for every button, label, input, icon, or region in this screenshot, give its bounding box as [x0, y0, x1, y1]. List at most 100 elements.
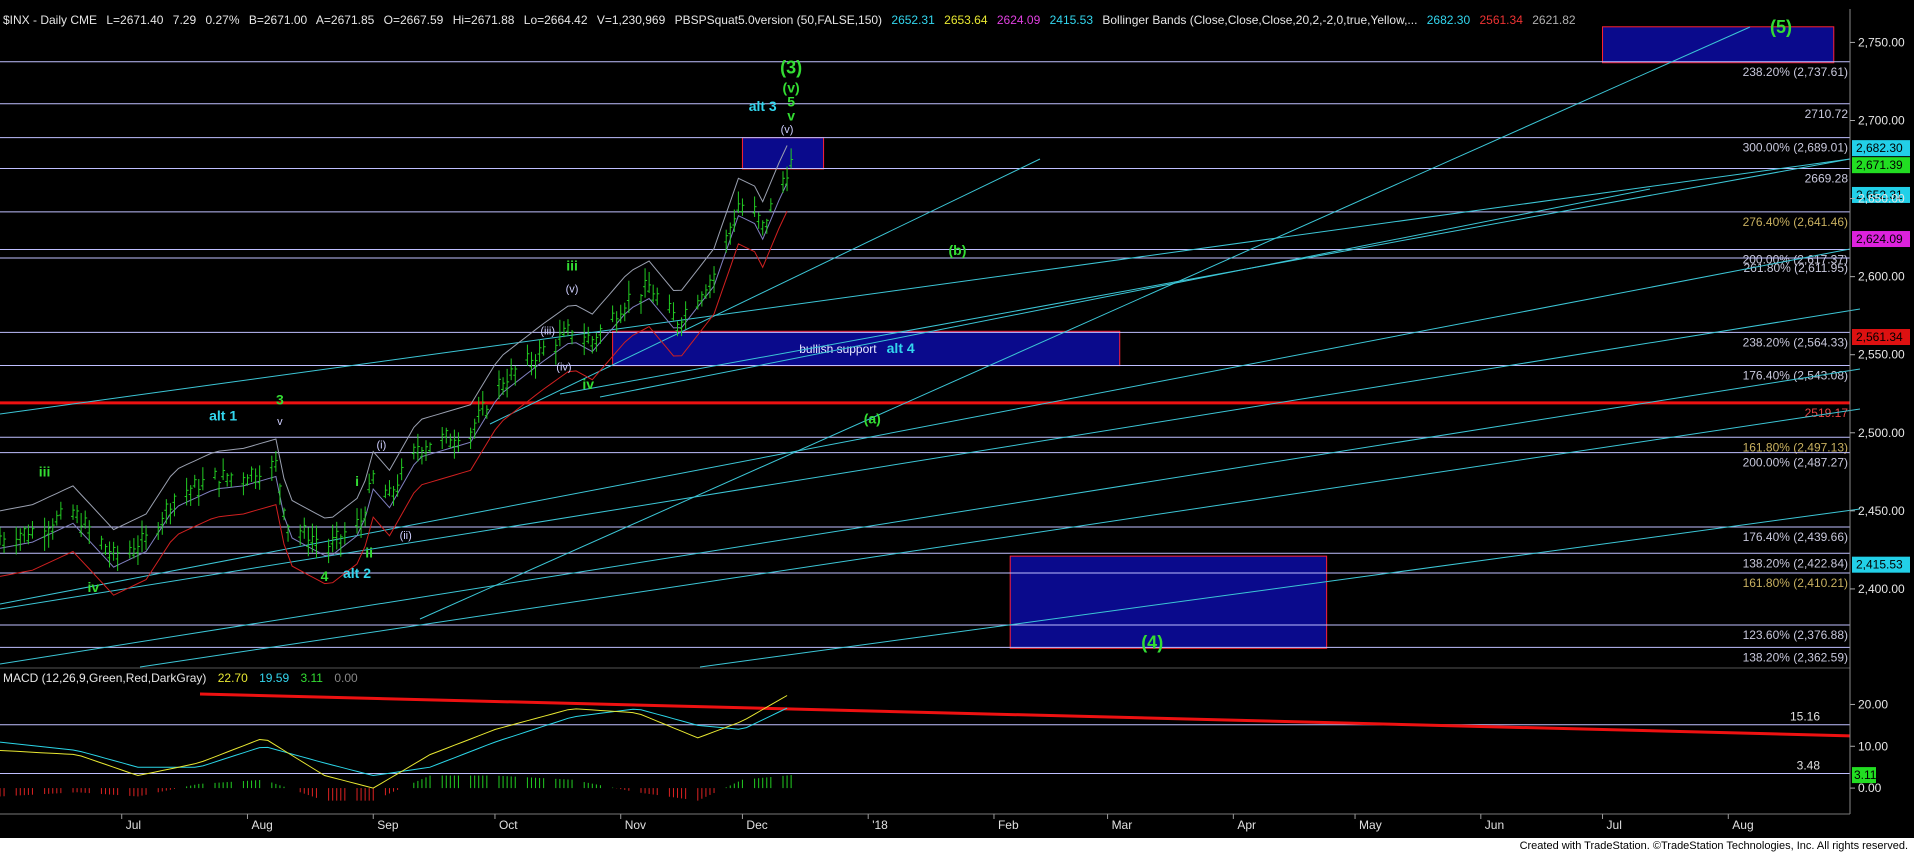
wave-label: (5) [1770, 17, 1792, 37]
macd-value: 22.70 [218, 671, 248, 685]
fib-level-label: 2519.17 [1805, 406, 1849, 420]
fib-level-label: 176.40% (2,543.08) [1743, 369, 1848, 383]
fib-level-label: 200.00% (2,487.27) [1743, 456, 1848, 470]
last-price: L=2671.40 [106, 13, 163, 27]
wave-label: iv [582, 376, 594, 392]
svg-text:$INX - Daily CME L=2671: $INX - Daily CME L=2671.40 7.29 0.27% B=… [3, 13, 1576, 27]
macd-level-label: 15.16 [1790, 710, 1820, 724]
wave-label: (v) [781, 124, 794, 136]
ask-price: A=2671.85 [316, 13, 375, 27]
fib-level-label: 261.80% (2,611.95) [1743, 261, 1848, 275]
wave-label: alt 3 [749, 98, 777, 114]
price-tag-label: 2,624.09 [1856, 232, 1903, 246]
fib-level-label: 138.20% (2,422.84) [1743, 556, 1848, 570]
high-price: Hi=2671.88 [453, 13, 515, 27]
hist-value: 3.11 [301, 671, 324, 685]
wave-label: alt 4 [887, 340, 915, 356]
fib-level-label: 2710.72 [1805, 107, 1849, 121]
volume-value: V=1,230,969 [597, 13, 666, 27]
study1-value-4: 2415.53 [1050, 13, 1094, 27]
wave-label: iii [566, 257, 578, 273]
study2-value-2: 2561.34 [1479, 13, 1523, 27]
fib-level-label: 161.80% (2,410.21) [1743, 576, 1848, 590]
study1-name: PBSPSquat5.0version (50,FALSE,150) [675, 13, 882, 27]
signal-value: 19.59 [259, 671, 289, 685]
time-tick-label: '18 [872, 818, 888, 832]
wave-label: alt 2 [343, 565, 371, 581]
study2-value-1: 2682.30 [1427, 13, 1471, 27]
price-tick-label: 2,700.00 [1858, 113, 1905, 127]
price-tag-label: 2,671.39 [1856, 158, 1903, 172]
time-tick-label: Jul [126, 818, 141, 832]
macd-level-label: 3.48 [1797, 759, 1821, 773]
wave-label: (i) [376, 439, 386, 451]
price-tick-label: 2,750.00 [1858, 35, 1905, 49]
study1-value-3: 2624.09 [997, 13, 1041, 27]
wave-label: ii [365, 545, 373, 561]
time-tick-label: Dec [746, 818, 767, 832]
wave-label: v [277, 416, 283, 428]
time-tick-label: Aug [251, 818, 272, 832]
wave-label: 4 [321, 568, 329, 584]
price-tick-label: 2,500.00 [1858, 426, 1905, 440]
target-zone [1602, 26, 1835, 64]
wave-label: iv [87, 579, 99, 595]
copyright-text: Created with TradeStation. ©TradeStation… [1519, 840, 1908, 852]
macd-tag-label: 3.11 [1854, 768, 1877, 782]
time-tick-label: Jun [1485, 818, 1504, 832]
study2-value-3: 2621.82 [1532, 13, 1576, 27]
price-tag-label: 2,561.34 [1856, 330, 1903, 344]
fib-level-label: 238.20% (2,564.33) [1743, 335, 1848, 349]
price-tick-label: 2,600.00 [1858, 270, 1905, 284]
change-pct: 0.27% [205, 13, 239, 27]
study1-value-2: 2653.64 [944, 13, 988, 27]
wave-label: (ii) [400, 530, 412, 542]
bid-price: B=2671.00 [249, 13, 308, 27]
wave-label: alt 1 [209, 407, 237, 423]
price-tag-label: 2,682.30 [1856, 141, 1903, 155]
time-tick-label: Aug [1732, 818, 1753, 832]
fib-level-label: 2669.28 [1805, 171, 1849, 185]
wave-label: (4) [1141, 632, 1163, 652]
fib-level-label: 238.20% (2,737.61) [1743, 65, 1848, 79]
price-chart[interactable]: bullish support 238.20% (2,737.61)2710.7… [0, 0, 1914, 856]
time-tick-label: Nov [625, 818, 646, 832]
time-tick-label: Sep [377, 818, 399, 832]
time-tick-label: Jul [1607, 818, 1622, 832]
time-tick-label: Apr [1237, 818, 1256, 832]
wave-label: (iv) [556, 361, 571, 373]
footer: Created with TradeStation. ©TradeStation… [0, 838, 1914, 856]
macd-tick-label: 10.00 [1858, 739, 1888, 753]
fib-level-label: 123.60% (2,376.88) [1743, 628, 1848, 642]
wave-label: v [787, 107, 795, 123]
time-tick-label: May [1359, 818, 1382, 832]
fib-level-label: 300.00% (2,689.01) [1743, 141, 1848, 155]
wave-label: iii [39, 464, 51, 480]
wave-label: (a) [864, 410, 881, 426]
time-tick-label: Feb [998, 818, 1019, 832]
wave-label: (iii) [540, 325, 555, 337]
study1-value-1: 2652.31 [891, 13, 935, 27]
wave-label: i [355, 473, 359, 489]
fib-level-label: 138.20% (2,362.59) [1743, 650, 1848, 664]
open-price: O=2667.59 [384, 13, 444, 27]
price-tick-label: 2,450.00 [1858, 504, 1905, 518]
symbol-label: $INX - Daily CME [3, 13, 97, 27]
svg-text:MACD (12,26,9,Green,Red,DarkGr: MACD (12,26,9,Green,Red,DarkGray) 22.70 … [3, 671, 358, 685]
wave-label: (3) [780, 58, 802, 78]
chart-header: $INX - Daily CME L=2671.40 7.29 0.27% B=… [3, 13, 1576, 27]
wave-label: 3 [276, 392, 284, 408]
wave-label: (b) [949, 242, 967, 258]
price-tick-label: 2,650.00 [1858, 192, 1905, 206]
fib-level-label: 276.40% (2,641.46) [1743, 215, 1848, 229]
price-tick-label: 2,550.00 [1858, 348, 1905, 362]
target-zone [1009, 555, 1328, 649]
macd-header: MACD (12,26,9,Green,Red,DarkGray) 22.70 … [3, 671, 358, 685]
price-tick-label: 2,400.00 [1858, 582, 1905, 596]
study2-name: Bollinger Bands (Close,Close,Close,20,2,… [1102, 13, 1417, 27]
low-price: Lo=2664.42 [524, 13, 588, 27]
wave-label: (v) [566, 283, 579, 295]
time-tick-label: Mar [1112, 818, 1133, 832]
fib-level-label: 176.40% (2,439.66) [1743, 530, 1848, 544]
macd-tick-label: 20.00 [1858, 697, 1888, 711]
